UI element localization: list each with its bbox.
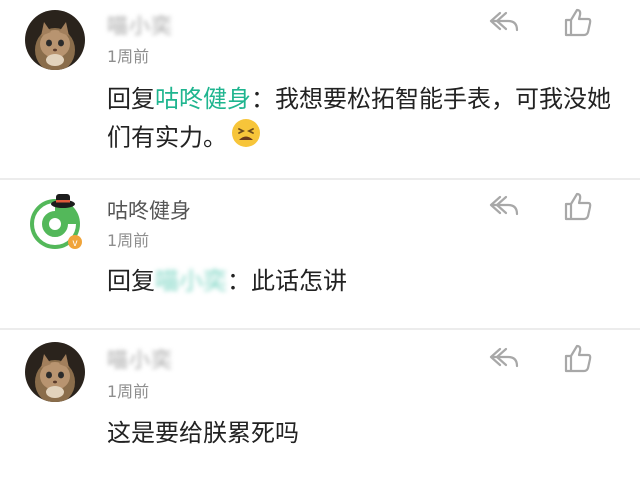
reply-button[interactable] (486, 188, 522, 224)
comment-item: v 咕咚健身 1周前 回复喵小奕：此话怎讲 (0, 180, 640, 328)
reply-prefix: 回复 (107, 267, 155, 295)
like-button[interactable] (560, 340, 596, 376)
verified-badge-label: v (73, 238, 78, 249)
mention-link[interactable]: 咕咚健身 (155, 85, 251, 113)
username[interactable]: 喵小奕 (107, 10, 173, 40)
comment-item: 喵小奕 1周前 回复咕咚健身：我想要松拓智能手表，可我没她们有实力。 (0, 0, 640, 178)
tired-face-emoji (231, 118, 261, 159)
comment-item: 喵小奕 1周前 这是要给朕累死吗 (0, 330, 640, 480)
reply-arrow-icon (489, 195, 519, 216)
mention-link[interactable]: 喵小奕 (155, 267, 227, 295)
reply-button[interactable] (486, 4, 522, 40)
thumbs-up-icon (564, 192, 592, 221)
reply-prefix: 回复 (107, 85, 155, 113)
avatar[interactable] (25, 10, 85, 70)
reply-button[interactable] (486, 340, 522, 376)
thumbs-up-icon (564, 344, 592, 373)
username[interactable]: 咕咚健身 (107, 195, 191, 225)
timestamp: 1周前 (107, 231, 150, 250)
comment-body: 这是要给朕累死吗 (107, 419, 299, 447)
cat-avatar-icon (25, 10, 85, 70)
avatar[interactable] (25, 342, 85, 402)
comment-text: 回复喵小奕：此话怎讲 (107, 262, 617, 300)
username[interactable]: 喵小奕 (107, 344, 173, 374)
avatar[interactable]: v (25, 190, 85, 250)
codoon-logo-avatar-icon: v (30, 194, 82, 249)
cat-avatar-icon (25, 342, 85, 402)
thumbs-up-icon (564, 8, 592, 37)
timestamp: 1周前 (107, 382, 150, 401)
timestamp: 1周前 (107, 47, 150, 66)
reply-arrow-icon (489, 11, 519, 32)
comment-text: 回复咕咚健身：我想要松拓智能手表，可我没她们有实力。 (107, 80, 617, 159)
like-button[interactable] (560, 4, 596, 40)
reply-arrow-icon (489, 347, 519, 368)
comment-text: 这是要给朕累死吗 (107, 414, 617, 452)
comment-body: ：此话怎讲 (227, 267, 347, 295)
like-button[interactable] (560, 188, 596, 224)
